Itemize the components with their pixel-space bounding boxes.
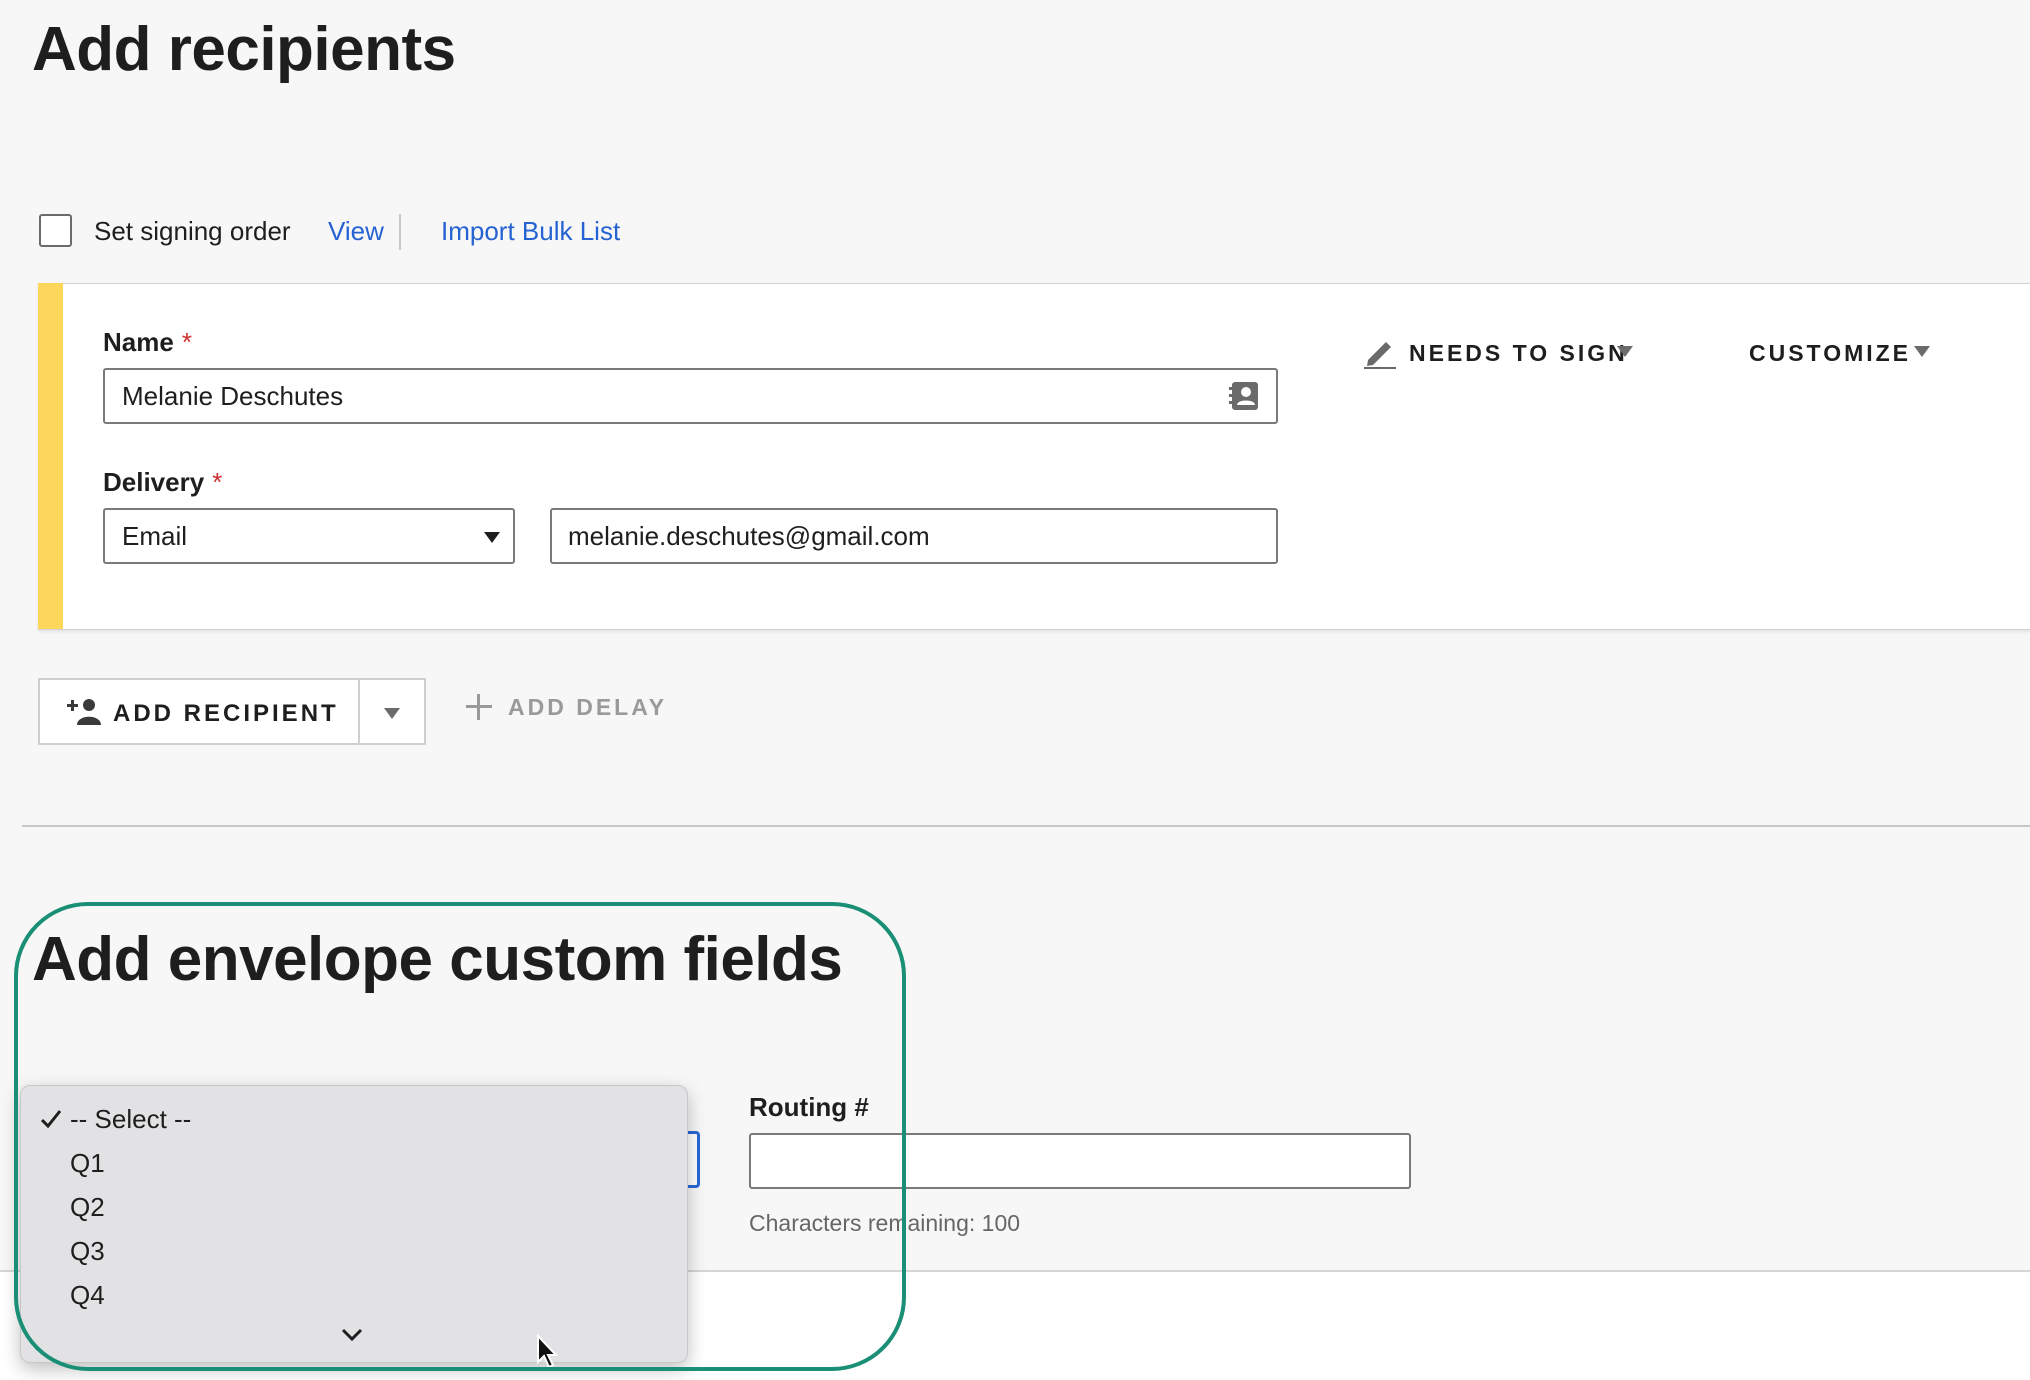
- caret-down-icon[interactable]: [1914, 346, 1930, 357]
- add-person-icon: [67, 699, 101, 725]
- delivery-select[interactable]: Email: [103, 508, 515, 564]
- recipient-card-accent: [38, 283, 63, 629]
- caret-down-icon[interactable]: [1617, 346, 1633, 357]
- email-input-value: melanie.deschutes@gmail.com: [568, 521, 930, 551]
- delivery-label: Delivery *: [103, 467, 223, 497]
- view-link[interactable]: View: [328, 216, 384, 247]
- page-title: Add recipients: [32, 15, 456, 84]
- customize-dropdown[interactable]: CUSTOMIZE: [1749, 340, 1911, 367]
- custom-fields-title: Add envelope custom fields: [32, 925, 843, 994]
- name-input[interactable]: Melanie Deschutes: [103, 368, 1278, 424]
- pen-icon: [1364, 342, 1396, 369]
- add-recipient-button[interactable]: ADD RECIPIENT: [38, 678, 360, 745]
- dropdown-option[interactable]: Q1: [70, 1148, 105, 1179]
- contact-card-icon[interactable]: [1228, 379, 1262, 413]
- needs-to-sign-dropdown[interactable]: NEEDS TO SIGN: [1409, 340, 1628, 367]
- required-marker: *: [181, 327, 192, 357]
- add-recipient-label: ADD RECIPIENT: [113, 700, 339, 727]
- characters-remaining: Characters remaining: 100: [749, 1210, 1021, 1236]
- set-signing-order-label: Set signing order: [94, 216, 291, 246]
- plus-icon: [466, 694, 492, 720]
- dropdown-option[interactable]: Q4: [70, 1280, 105, 1311]
- name-input-value: Melanie Deschutes: [122, 381, 344, 411]
- caret-down-icon: [484, 532, 500, 543]
- recipient-card: [38, 283, 2030, 630]
- chevron-down-icon[interactable]: [341, 1328, 363, 1342]
- add-recipient-menu-button[interactable]: [358, 678, 426, 745]
- required-marker: *: [212, 467, 223, 497]
- dropdown-option[interactable]: -- Select --: [70, 1104, 191, 1135]
- routing-input[interactable]: [749, 1133, 1411, 1189]
- email-input[interactable]: melanie.deschutes@gmail.com: [550, 508, 1278, 564]
- name-label: Name *: [103, 327, 192, 357]
- caret-down-icon: [384, 708, 400, 719]
- section-divider: [22, 825, 2030, 827]
- link-divider: [399, 214, 401, 250]
- dropdown-option[interactable]: Q3: [70, 1236, 105, 1267]
- delivery-select-value: Email: [122, 521, 188, 551]
- cursor-icon: [537, 1334, 559, 1369]
- set-signing-order-checkbox[interactable]: [39, 214, 72, 247]
- checkmark-icon: [40, 1110, 62, 1129]
- dropdown-option[interactable]: Q2: [70, 1192, 105, 1223]
- routing-label: Routing #: [749, 1092, 869, 1122]
- custom-field-dropdown-menu[interactable]: -- Select -- Q1 Q2 Q3 Q4: [20, 1085, 688, 1363]
- add-delay-button[interactable]: ADD DELAY: [508, 694, 667, 721]
- import-bulk-list-link[interactable]: Import Bulk List: [441, 216, 620, 247]
